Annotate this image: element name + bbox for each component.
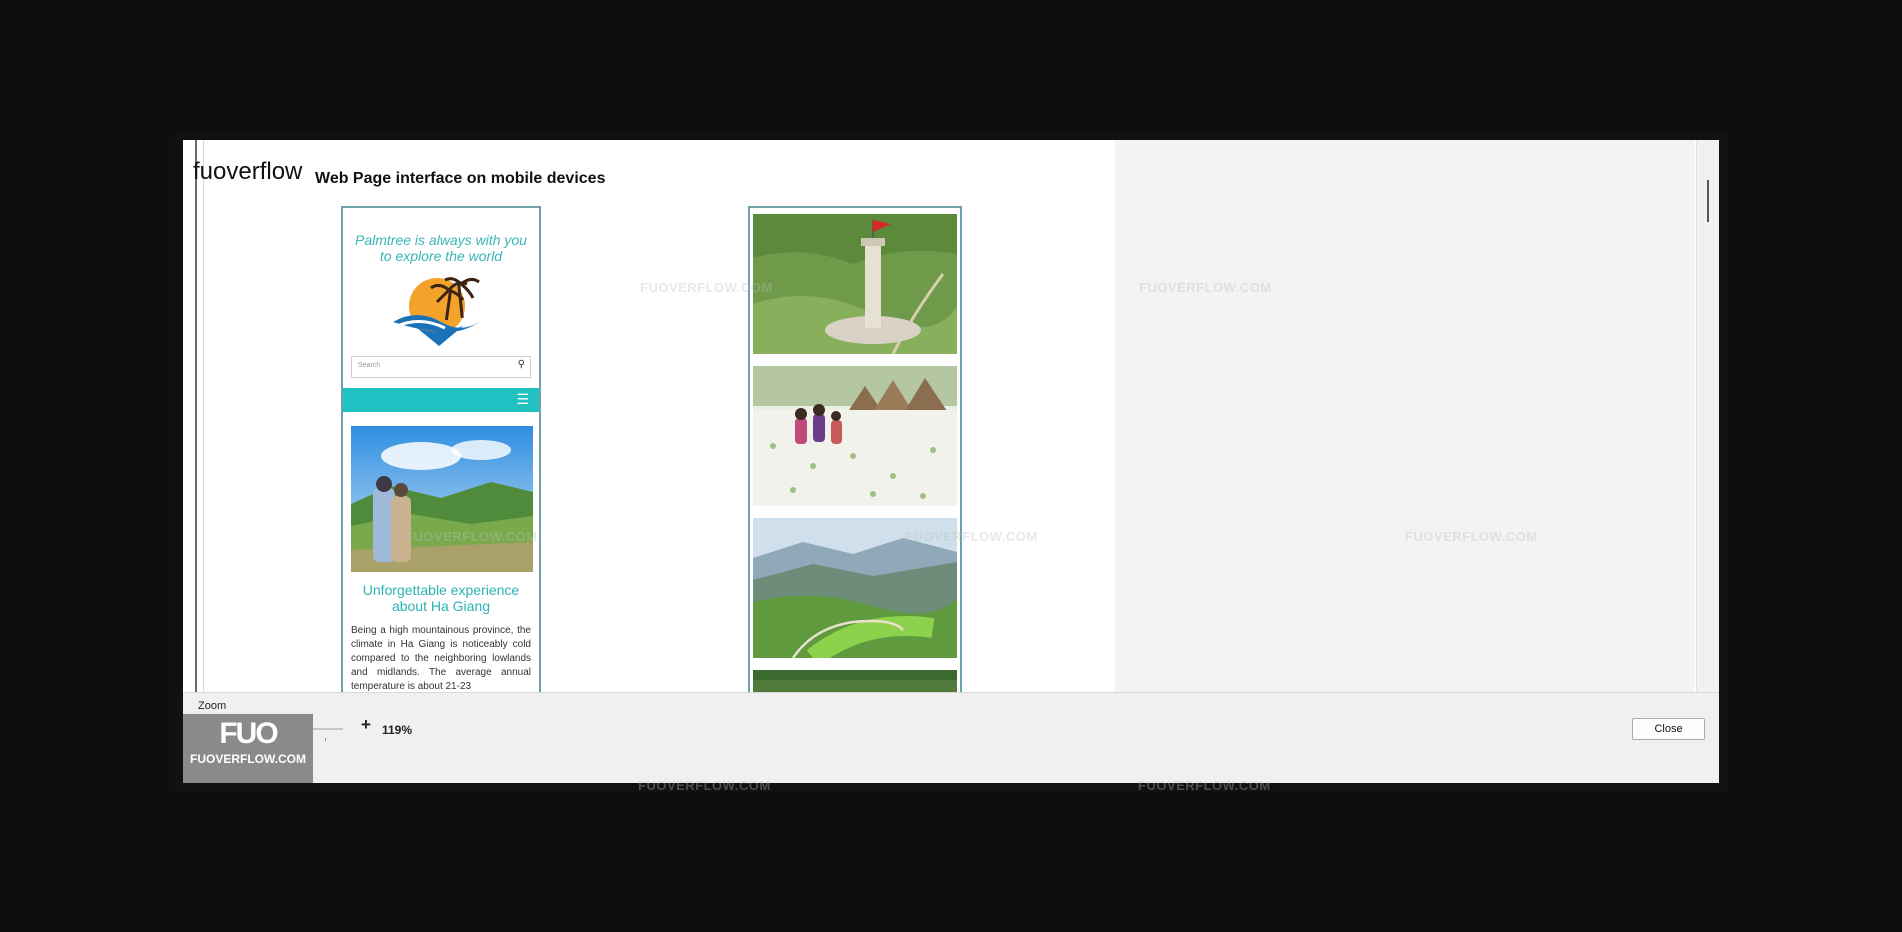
- watermark-text: FUOVERFLOW.COM: [640, 280, 773, 295]
- search-icon[interactable]: ⚲: [518, 359, 525, 370]
- watermark-text: FUOVERFLOW.COM: [638, 778, 771, 793]
- mobile-search-input[interactable]: Search ⚲: [351, 356, 531, 378]
- zoom-panel: Zoom - + 119% Close: [183, 692, 1719, 783]
- image-right-background: [1115, 140, 1695, 692]
- search-placeholder: Search: [358, 362, 381, 369]
- vertical-scrollbar[interactable]: [1696, 140, 1719, 692]
- watermark-text: FUOVERFLOW.COM: [405, 529, 538, 544]
- article-title: Unforgettable experience about Ha Giang: [362, 582, 520, 614]
- watermark-text: FUOVERFLOW.COM: [1139, 280, 1272, 295]
- fuo-logo-badge: FUO FUOVERFLOW.COM: [183, 714, 313, 783]
- zoom-percent: 119%: [382, 723, 413, 737]
- image-viewer-window: fuoverflow Web Page interface on mobile …: [175, 132, 1728, 792]
- zoom-label: Zoom: [198, 700, 227, 712]
- mobile-gallery-mockup: [748, 206, 962, 692]
- mobile-page-mockup: Palmtree is always with you to explore t…: [341, 206, 541, 692]
- mobile-menu-bar: ☰: [343, 388, 539, 412]
- scrollbar-thumb[interactable]: [1707, 180, 1709, 222]
- close-button[interactable]: Close: [1632, 718, 1705, 740]
- fuo-logo-text: FUO: [219, 717, 278, 750]
- photo-flag-tower: [753, 214, 957, 355]
- left-border-line: [195, 140, 197, 692]
- article-body: Being a high mountainous province, the c…: [351, 625, 531, 692]
- watermark-text: FUOVERFLOW.COM: [1138, 778, 1271, 793]
- hamburger-menu-icon[interactable]: ☰: [516, 391, 529, 408]
- image-canvas: fuoverflow Web Page interface on mobile …: [183, 140, 1719, 783]
- screen: fuoverflow Web Page interface on mobile …: [0, 0, 1902, 932]
- fuo-site-text: FUOVERFLOW.COM: [190, 752, 306, 766]
- hero-photo-ha-giang-girls: [351, 426, 533, 572]
- palmtree-logo: [387, 272, 495, 350]
- zoom-slider-tick: [325, 738, 326, 741]
- watermark-text: FUOVERFLOW.COM: [1405, 529, 1538, 544]
- left-border-line-light: [203, 140, 204, 692]
- brand-title: fuoverflow: [193, 158, 303, 185]
- watermark-text: FUOVERFLOW.COM: [905, 529, 1038, 544]
- photo-partial-next: [753, 670, 957, 692]
- page-heading: Web Page interface on mobile devices: [315, 170, 606, 187]
- mobile-tagline: Palmtree is always with you to explore t…: [355, 232, 527, 264]
- zoom-in-button[interactable]: +: [361, 715, 371, 735]
- photo-buckwheat-flower-field: [753, 366, 957, 506]
